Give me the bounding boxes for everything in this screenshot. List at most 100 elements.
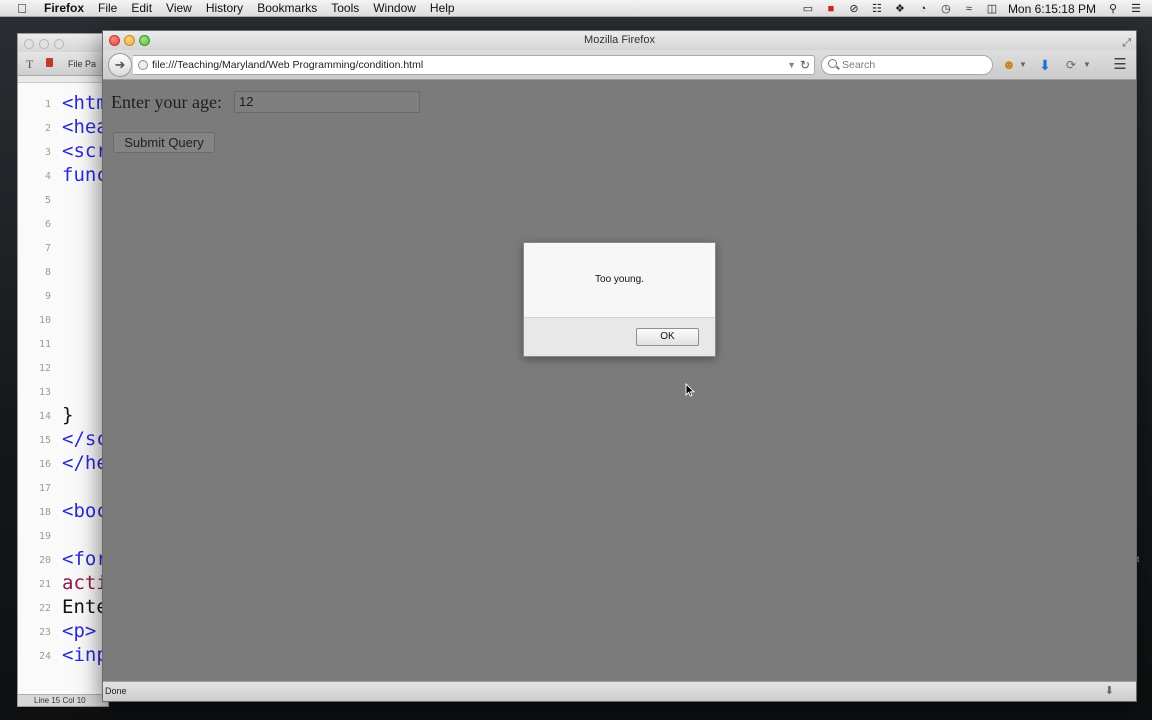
menu-help[interactable]: Help [430,1,455,15]
code-text[interactable]: <boc [62,500,108,522]
reload-icon[interactable]: ↻ [800,56,810,74]
menu-bookmarks[interactable]: Bookmarks [257,1,317,15]
close-button[interactable] [109,35,120,46]
code-text[interactable]: <hea [62,116,108,138]
menu-file[interactable]: File [98,1,117,15]
age-input[interactable]: 12 [234,91,420,113]
code-line[interactable]: 7 [18,236,108,260]
time-machine-icon[interactable]: ◷ [939,3,953,15]
code-line[interactable]: 18 <boc [18,500,108,524]
url-dropdown-icon[interactable]: ▼ [787,56,796,74]
code-line[interactable]: 16 </he [18,452,108,476]
submit-query-button[interactable]: Submit Query [113,132,215,153]
editor-statusbar: Line 15 Col 10 [18,694,108,706]
notification-center-icon[interactable]: ☰ [1129,3,1143,15]
backup-icon[interactable]: ◔ [916,3,930,15]
puzzle-icon[interactable]: ❖ [893,3,907,15]
site-identity-icon[interactable] [138,60,148,70]
code-line[interactable]: 5 [18,188,108,212]
addon-dropdown-icon[interactable]: ▼ [1018,57,1028,73]
zoom-button[interactable] [139,35,150,46]
menu-edit[interactable]: Edit [131,1,152,15]
editor-minimize-button[interactable] [39,39,49,49]
addon-face-icon[interactable]: ☻ [1001,57,1017,73]
code-line[interactable]: 24 <inp [18,644,108,668]
line-number: 7 [44,243,51,254]
code-line[interactable]: 19 [18,524,108,548]
code-line[interactable]: 23 <p> [18,620,108,644]
menu-view[interactable]: View [166,1,192,15]
search-placeholder[interactable]: Search [842,56,875,74]
code-text[interactable]: <for [62,548,108,570]
code-editor-window[interactable]: T File Pa 1 <htm 2 <hea 3 <scr 4 func 5 6 7 8 9 10 11 1… [17,33,109,707]
grid-icon[interactable]: ☷ [870,3,884,15]
firefox-window[interactable]: Mozilla Firefox ⤢ ➜ file:///Teaching/Mar… [102,30,1137,702]
airplay-icon[interactable]: ▭ [801,3,815,15]
desktop-edge-glyph: t [1137,555,1140,564]
code-text[interactable]: <inp [62,644,108,666]
firefox-navbar: ➜ file:///Teaching/Maryland/Web Programm… [103,50,1136,80]
share-dropdown-icon[interactable]: ▼ [1082,57,1092,73]
editor-ruler [18,76,108,83]
code-text[interactable]: </sc [62,428,108,450]
menu-app-name[interactable]: Firefox [44,1,84,15]
code-line[interactable]: 14} [18,404,108,428]
code-text[interactable]: acti [62,572,108,594]
code-line[interactable]: 6 [18,212,108,236]
code-text[interactable]: func [62,164,108,186]
spotlight-search-icon[interactable]: ⚲ [1106,3,1120,15]
code-line[interactable]: 10 [18,308,108,332]
menu-tools[interactable]: Tools [331,1,359,15]
menu-history[interactable]: History [206,1,243,15]
minimize-button[interactable] [124,35,135,46]
share-icon[interactable]: ⟳ [1063,57,1079,73]
status-download-icon[interactable]: ⬇ [1105,682,1114,701]
download-arrow-icon[interactable]: ⬇ [1037,57,1053,73]
url-bar[interactable]: file:///Teaching/Maryland/Web Programmin… [133,55,815,75]
code-line[interactable]: 2 <hea [18,116,108,140]
line-number: 2 [44,123,51,134]
code-line[interactable]: 13 [18,380,108,404]
line-number: 6 [44,219,51,230]
editor-close-button[interactable] [24,39,34,49]
status-text: Done [105,686,127,696]
text-tool-icon[interactable]: T [26,57,33,72]
battery-icon[interactable]: ◫ [985,3,999,15]
record-icon[interactable]: ■ [824,3,838,15]
code-text[interactable]: <scr [62,140,108,162]
code-text[interactable]: } [62,404,73,426]
code-line[interactable]: 17 [18,476,108,500]
code-line[interactable]: 21 acti [18,572,108,596]
code-text[interactable]: </he [62,452,108,474]
apple-icon[interactable]:  [14,0,30,17]
bookmark-icon[interactable] [46,58,53,67]
code-line[interactable]: 8 [18,260,108,284]
hamburger-menu-icon[interactable]: ☰ [1111,57,1129,73]
code-line[interactable]: 9 [18,284,108,308]
code-line[interactable]: 22 Ente [18,596,108,620]
firefox-titlebar[interactable]: Mozilla Firefox ⤢ [103,31,1136,50]
mac-menubar:  Firefox File Edit View History Bookmar… [0,0,1152,17]
code-line[interactable]: 12 [18,356,108,380]
code-line[interactable]: 11 [18,332,108,356]
code-text[interactable]: <htm [62,92,108,114]
menubar-clock[interactable]: Mon 6:15:18 PM [1008,2,1096,16]
wifi-icon[interactable]: ≈ [962,3,976,15]
url-text[interactable]: file:///Teaching/Maryland/Web Programmin… [152,56,423,74]
menu-window[interactable]: Window [373,1,416,15]
editor-titlebar[interactable] [18,34,108,52]
code-line[interactable]: 3 <scr [18,140,108,164]
editor-zoom-button[interactable] [54,39,64,49]
code-line[interactable]: 20 <for [18,548,108,572]
code-line[interactable]: 4 func [18,164,108,188]
line-number: 13 [38,387,51,398]
do-not-disturb-icon[interactable]: ⊘ [847,3,861,15]
search-bar[interactable]: Search [821,55,993,75]
file-panel-label[interactable]: File Pa [68,59,96,69]
ok-button[interactable]: OK [636,328,699,346]
back-button[interactable]: ➜ [108,53,132,77]
code-line[interactable]: 1 <htm [18,92,108,116]
code-text[interactable]: Ente [62,596,108,618]
code-line[interactable]: 15 </sc [18,428,108,452]
code-text[interactable]: <p> [62,620,96,642]
